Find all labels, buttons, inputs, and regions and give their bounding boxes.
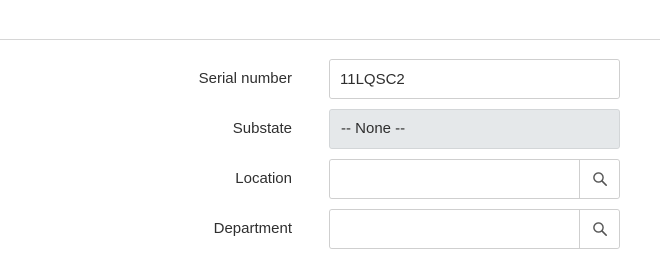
search-icon (592, 222, 607, 236)
section-divider (0, 39, 660, 40)
serial-number-field-container (329, 59, 620, 99)
substate-row: Substate -- None -- (0, 109, 660, 149)
department-field-container (329, 209, 580, 249)
location-field-container (329, 159, 580, 199)
serial-number-row: Serial number (0, 59, 660, 99)
search-icon (592, 172, 607, 186)
serial-number-field[interactable] (330, 60, 619, 98)
department-row: Department (0, 209, 660, 249)
location-lookup-button[interactable] (579, 159, 620, 199)
substate-value: -- None -- (341, 120, 406, 137)
department-lookup-button[interactable] (579, 209, 620, 249)
substate-label: Substate (232, 120, 292, 137)
serial-number-label: Serial number (198, 70, 292, 87)
department-label: Department (213, 220, 292, 237)
location-field[interactable] (330, 160, 580, 198)
department-field[interactable] (330, 210, 580, 248)
substate-select: -- None -- (329, 109, 620, 149)
location-label: Location (235, 170, 292, 187)
location-row: Location (0, 159, 660, 199)
